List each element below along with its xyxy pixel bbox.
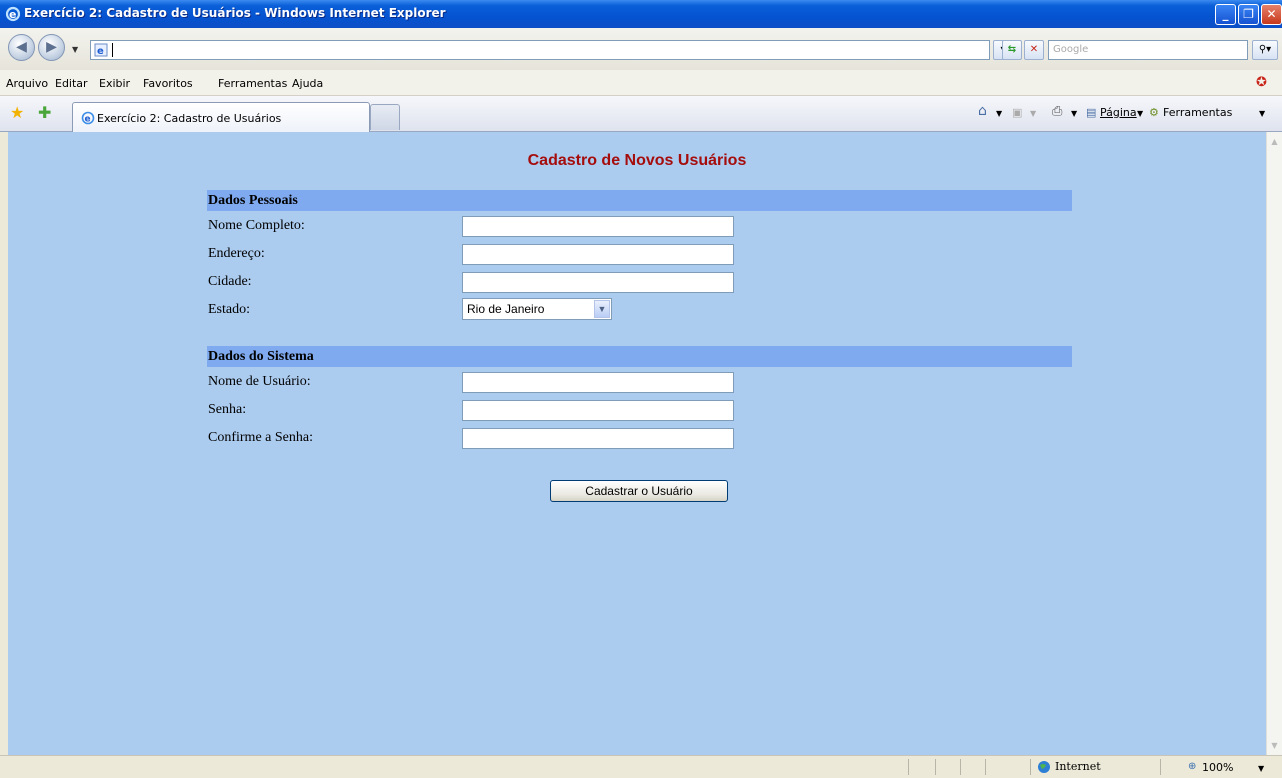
status-divider	[935, 759, 936, 775]
status-divider	[1030, 759, 1031, 775]
back-icon[interactable]: ◀	[8, 34, 35, 61]
section-header-dados-pessoais: Dados Pessoais	[207, 190, 1072, 211]
menu-bar: Arquivo Editar Exibir Favoritos Ferramen…	[0, 70, 1282, 96]
new-tab-button[interactable]	[370, 104, 400, 130]
home-icon[interactable]: ⌂	[978, 103, 987, 119]
senha-input[interactable]	[462, 400, 734, 421]
label-cidade: Cidade:	[208, 274, 252, 289]
text-cursor	[112, 43, 113, 57]
estado-selected-value: Rio de Janeiro	[467, 302, 545, 316]
status-divider	[1160, 759, 1161, 775]
scroll-up-icon[interactable]: ▲	[1267, 134, 1282, 149]
tools-gear-icon: ⚙	[1149, 106, 1159, 119]
research-icon[interactable]: ✪	[1256, 75, 1267, 90]
scroll-down-icon[interactable]: ▼	[1267, 738, 1282, 753]
zoom-level[interactable]: 100%	[1202, 761, 1233, 774]
svg-text:e: e	[85, 115, 91, 125]
section-header-dados-do-sistema: Dados do Sistema	[207, 346, 1072, 367]
vertical-scrollbar[interactable]: ▲ ▼	[1266, 132, 1282, 755]
print-dropdown-icon[interactable]: ▼	[1071, 109, 1077, 118]
stop-button[interactable]: ✕	[1024, 40, 1044, 60]
zoom-icon: ⊕	[1188, 761, 1197, 772]
print-icon[interactable]: ⎙	[1052, 104, 1062, 119]
minimize-button[interactable]: _	[1215, 4, 1236, 25]
tab-label: Exercício 2: Cadastro de Usuários	[97, 112, 282, 125]
endereco-input[interactable]	[462, 244, 734, 265]
zoom-dropdown-icon[interactable]: ▼	[1258, 764, 1264, 773]
refresh-button[interactable]: ⇆	[1002, 40, 1022, 60]
nome-completo-input[interactable]	[462, 216, 734, 237]
forward-icon[interactable]: ▶	[38, 34, 65, 61]
feeds-dropdown-icon[interactable]: ▼	[1030, 109, 1036, 118]
tools-menu[interactable]: Ferramentas	[1163, 106, 1232, 119]
status-divider	[960, 759, 961, 775]
close-button[interactable]: ✕	[1261, 4, 1282, 25]
address-toolbar: ◀ ▶ ▼ e ▾ ⇆ ✕ Google ⚲▾	[0, 28, 1282, 70]
page-icon: e	[94, 43, 108, 57]
favorites-star-icon[interactable]: ★	[10, 105, 24, 121]
menu-ajuda[interactable]: Ajuda	[292, 77, 323, 90]
tab-bar: ★ ✚ e Exercício 2: Cadastro de Usuários …	[0, 96, 1282, 132]
page-viewport: Cadastro de Novos Usuários Dados Pessoai…	[8, 132, 1266, 755]
tools-dropdown-icon[interactable]: ▼	[1259, 109, 1265, 118]
ie-logo-icon: e	[5, 6, 21, 22]
maximize-button[interactable]: ❐	[1238, 4, 1259, 25]
confirme-senha-input[interactable]	[462, 428, 734, 449]
search-icon[interactable]: ⚲▾	[1252, 40, 1278, 60]
menu-favoritos[interactable]: Favoritos	[143, 77, 193, 90]
label-nome-de-usuario: Nome de Usuário:	[208, 374, 311, 389]
status-divider	[908, 759, 909, 775]
chevron-down-icon[interactable]: ▼	[594, 300, 610, 318]
label-confirme-senha: Confirme a Senha:	[208, 430, 313, 445]
security-zone-label: Internet	[1055, 760, 1101, 773]
internet-globe-icon	[1038, 761, 1050, 773]
status-bar: Internet ⊕ 100% ▼	[0, 755, 1282, 778]
svg-text:e: e	[97, 46, 104, 57]
add-favorites-icon[interactable]: ✚	[38, 105, 51, 121]
page-menu[interactable]: Página	[1100, 106, 1137, 119]
label-senha: Senha:	[208, 402, 247, 417]
nome-de-usuario-input[interactable]	[462, 372, 734, 393]
menu-arquivo[interactable]: Arquivo	[6, 77, 48, 90]
home-dropdown-icon[interactable]: ▼	[996, 109, 1002, 118]
label-estado: Estado:	[208, 302, 250, 317]
label-endereco: Endereço:	[208, 246, 265, 261]
page-dropdown-icon[interactable]: ▼	[1137, 109, 1143, 118]
cadastrar-usuario-button[interactable]: Cadastrar o Usuário	[550, 480, 728, 502]
page-menu-icon: ▤	[1086, 106, 1097, 119]
svg-text:e: e	[9, 8, 16, 21]
menu-exibir[interactable]: Exibir	[99, 77, 130, 90]
status-divider	[985, 759, 986, 775]
page-title: Cadastro de Novos Usuários	[527, 152, 747, 169]
cidade-input[interactable]	[462, 272, 734, 293]
menu-editar[interactable]: Editar	[55, 77, 88, 90]
label-nome-completo: Nome Completo:	[208, 218, 305, 233]
history-dropdown-icon[interactable]: ▼	[72, 45, 78, 54]
address-bar[interactable]: e	[90, 40, 990, 60]
window-left-edge	[0, 132, 8, 755]
tab-page-icon: e	[81, 111, 95, 125]
search-placeholder: Google	[1053, 44, 1089, 55]
window-title: Exercício 2: Cadastro de Usuários - Wind…	[24, 6, 446, 20]
menu-ferramentas[interactable]: Ferramentas	[218, 77, 287, 90]
estado-select[interactable]: Rio de Janeiro ▼	[462, 298, 612, 320]
window-title-bar[interactable]: e Exercício 2: Cadastro de Usuários - Wi…	[0, 0, 1282, 28]
feeds-icon[interactable]: ▣	[1012, 106, 1022, 119]
tab-cadastro[interactable]: e Exercício 2: Cadastro de Usuários	[72, 102, 370, 132]
search-input[interactable]: Google	[1048, 40, 1248, 60]
